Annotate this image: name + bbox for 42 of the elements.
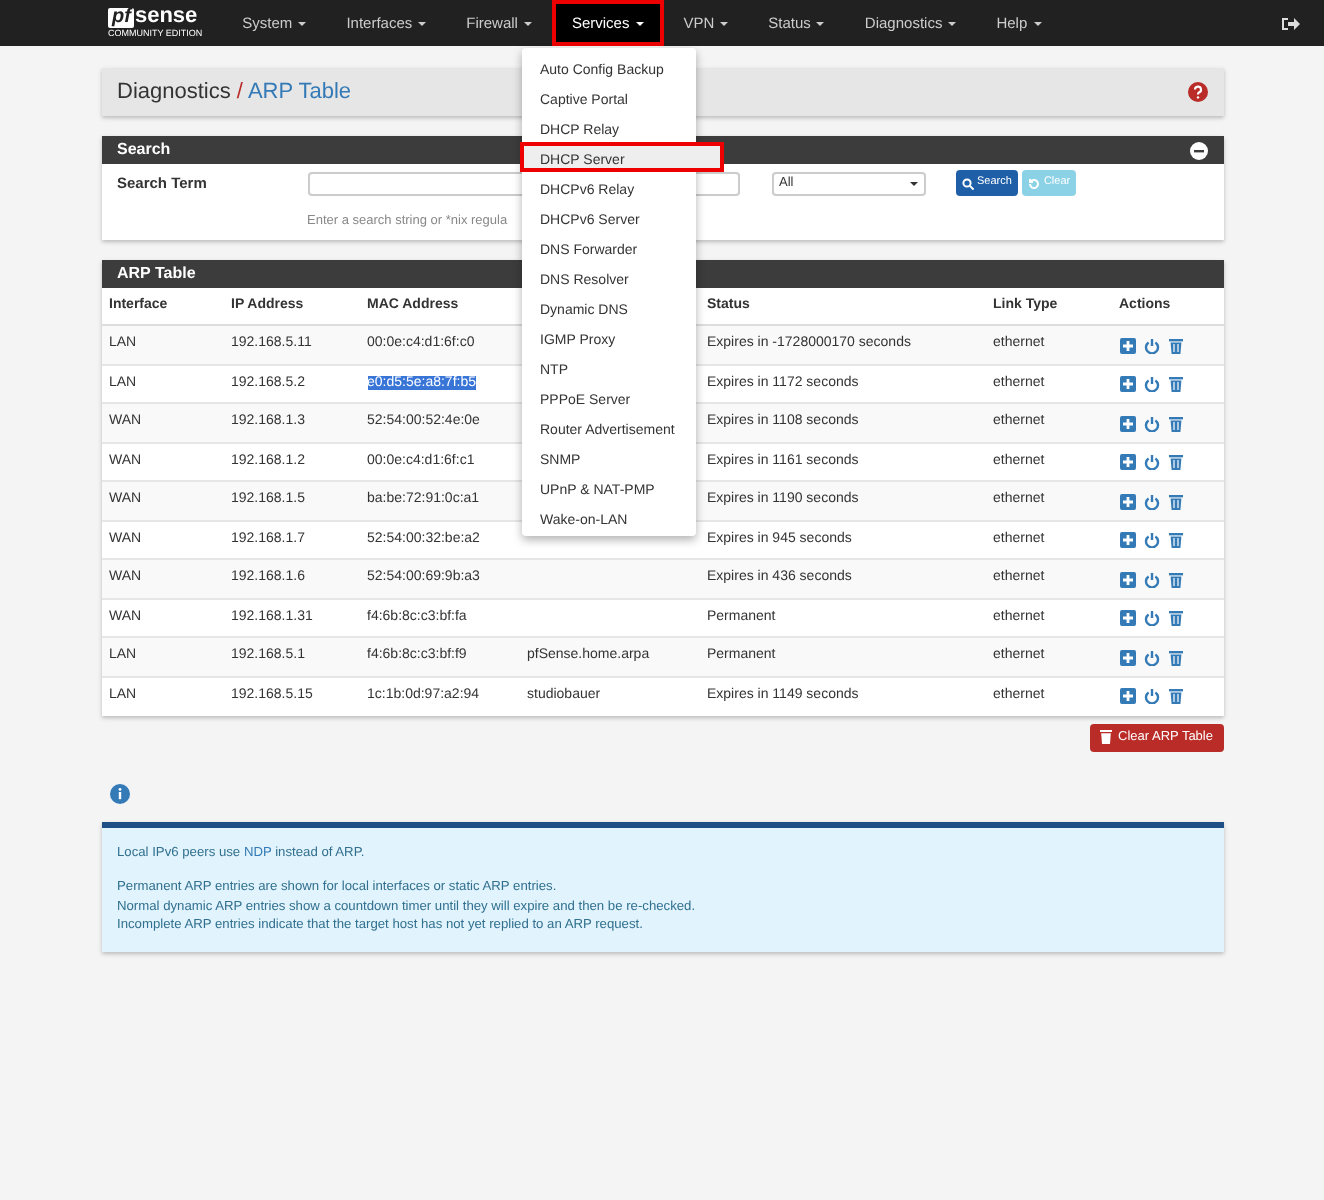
- add-icon[interactable]: [1119, 415, 1135, 431]
- breadcrumb-separator: /: [236, 79, 243, 104]
- trash-icon[interactable]: [1167, 376, 1183, 392]
- breadcrumb-link[interactable]: Diagnostics: [117, 79, 231, 104]
- panel-title: ARP Table: [117, 261, 196, 286]
- trash-icon[interactable]: [1167, 337, 1183, 353]
- power-icon[interactable]: [1143, 571, 1159, 587]
- power-icon[interactable]: [1143, 376, 1159, 392]
- power-icon[interactable]: [1143, 610, 1159, 626]
- add-icon[interactable]: [1119, 337, 1135, 353]
- power-icon[interactable]: [1143, 415, 1159, 431]
- trash-icon[interactable]: [1167, 415, 1183, 431]
- add-icon[interactable]: [1119, 610, 1135, 626]
- add-icon[interactable]: [1119, 454, 1135, 470]
- help-icon[interactable]: [1187, 82, 1207, 102]
- add-icon[interactable]: [1119, 493, 1135, 509]
- logout-icon[interactable]: [1282, 15, 1300, 31]
- trash-icon[interactable]: [1167, 649, 1183, 665]
- add-icon[interactable]: [1119, 649, 1135, 665]
- power-icon[interactable]: [1143, 454, 1159, 470]
- breadcrumb-current: ARP Table: [247, 79, 352, 104]
- collapse-icon[interactable]: [1189, 141, 1207, 159]
- power-icon[interactable]: [1143, 649, 1159, 665]
- trash-icon[interactable]: [1167, 532, 1183, 548]
- power-icon[interactable]: [1143, 688, 1159, 705]
- power-icon[interactable]: [1143, 532, 1159, 548]
- undo-icon: [1027, 177, 1040, 189]
- trash-icon[interactable]: [1167, 571, 1183, 587]
- add-icon[interactable]: [1119, 376, 1135, 392]
- trash-icon[interactable]: [1167, 493, 1183, 509]
- add-icon[interactable]: [1119, 571, 1135, 587]
- trash-icon[interactable]: [1167, 688, 1183, 705]
- panel-title: Search: [117, 138, 171, 162]
- power-icon[interactable]: [1143, 337, 1159, 353]
- add-icon[interactable]: [1119, 532, 1135, 548]
- add-icon[interactable]: [1119, 688, 1135, 705]
- trash-icon[interactable]: [1167, 610, 1183, 626]
- search-icon: [961, 177, 973, 189]
- trash-icon: [1100, 730, 1113, 745]
- info-icon: [109, 783, 129, 803]
- power-icon[interactable]: [1143, 493, 1159, 509]
- trash-icon[interactable]: [1167, 454, 1183, 470]
